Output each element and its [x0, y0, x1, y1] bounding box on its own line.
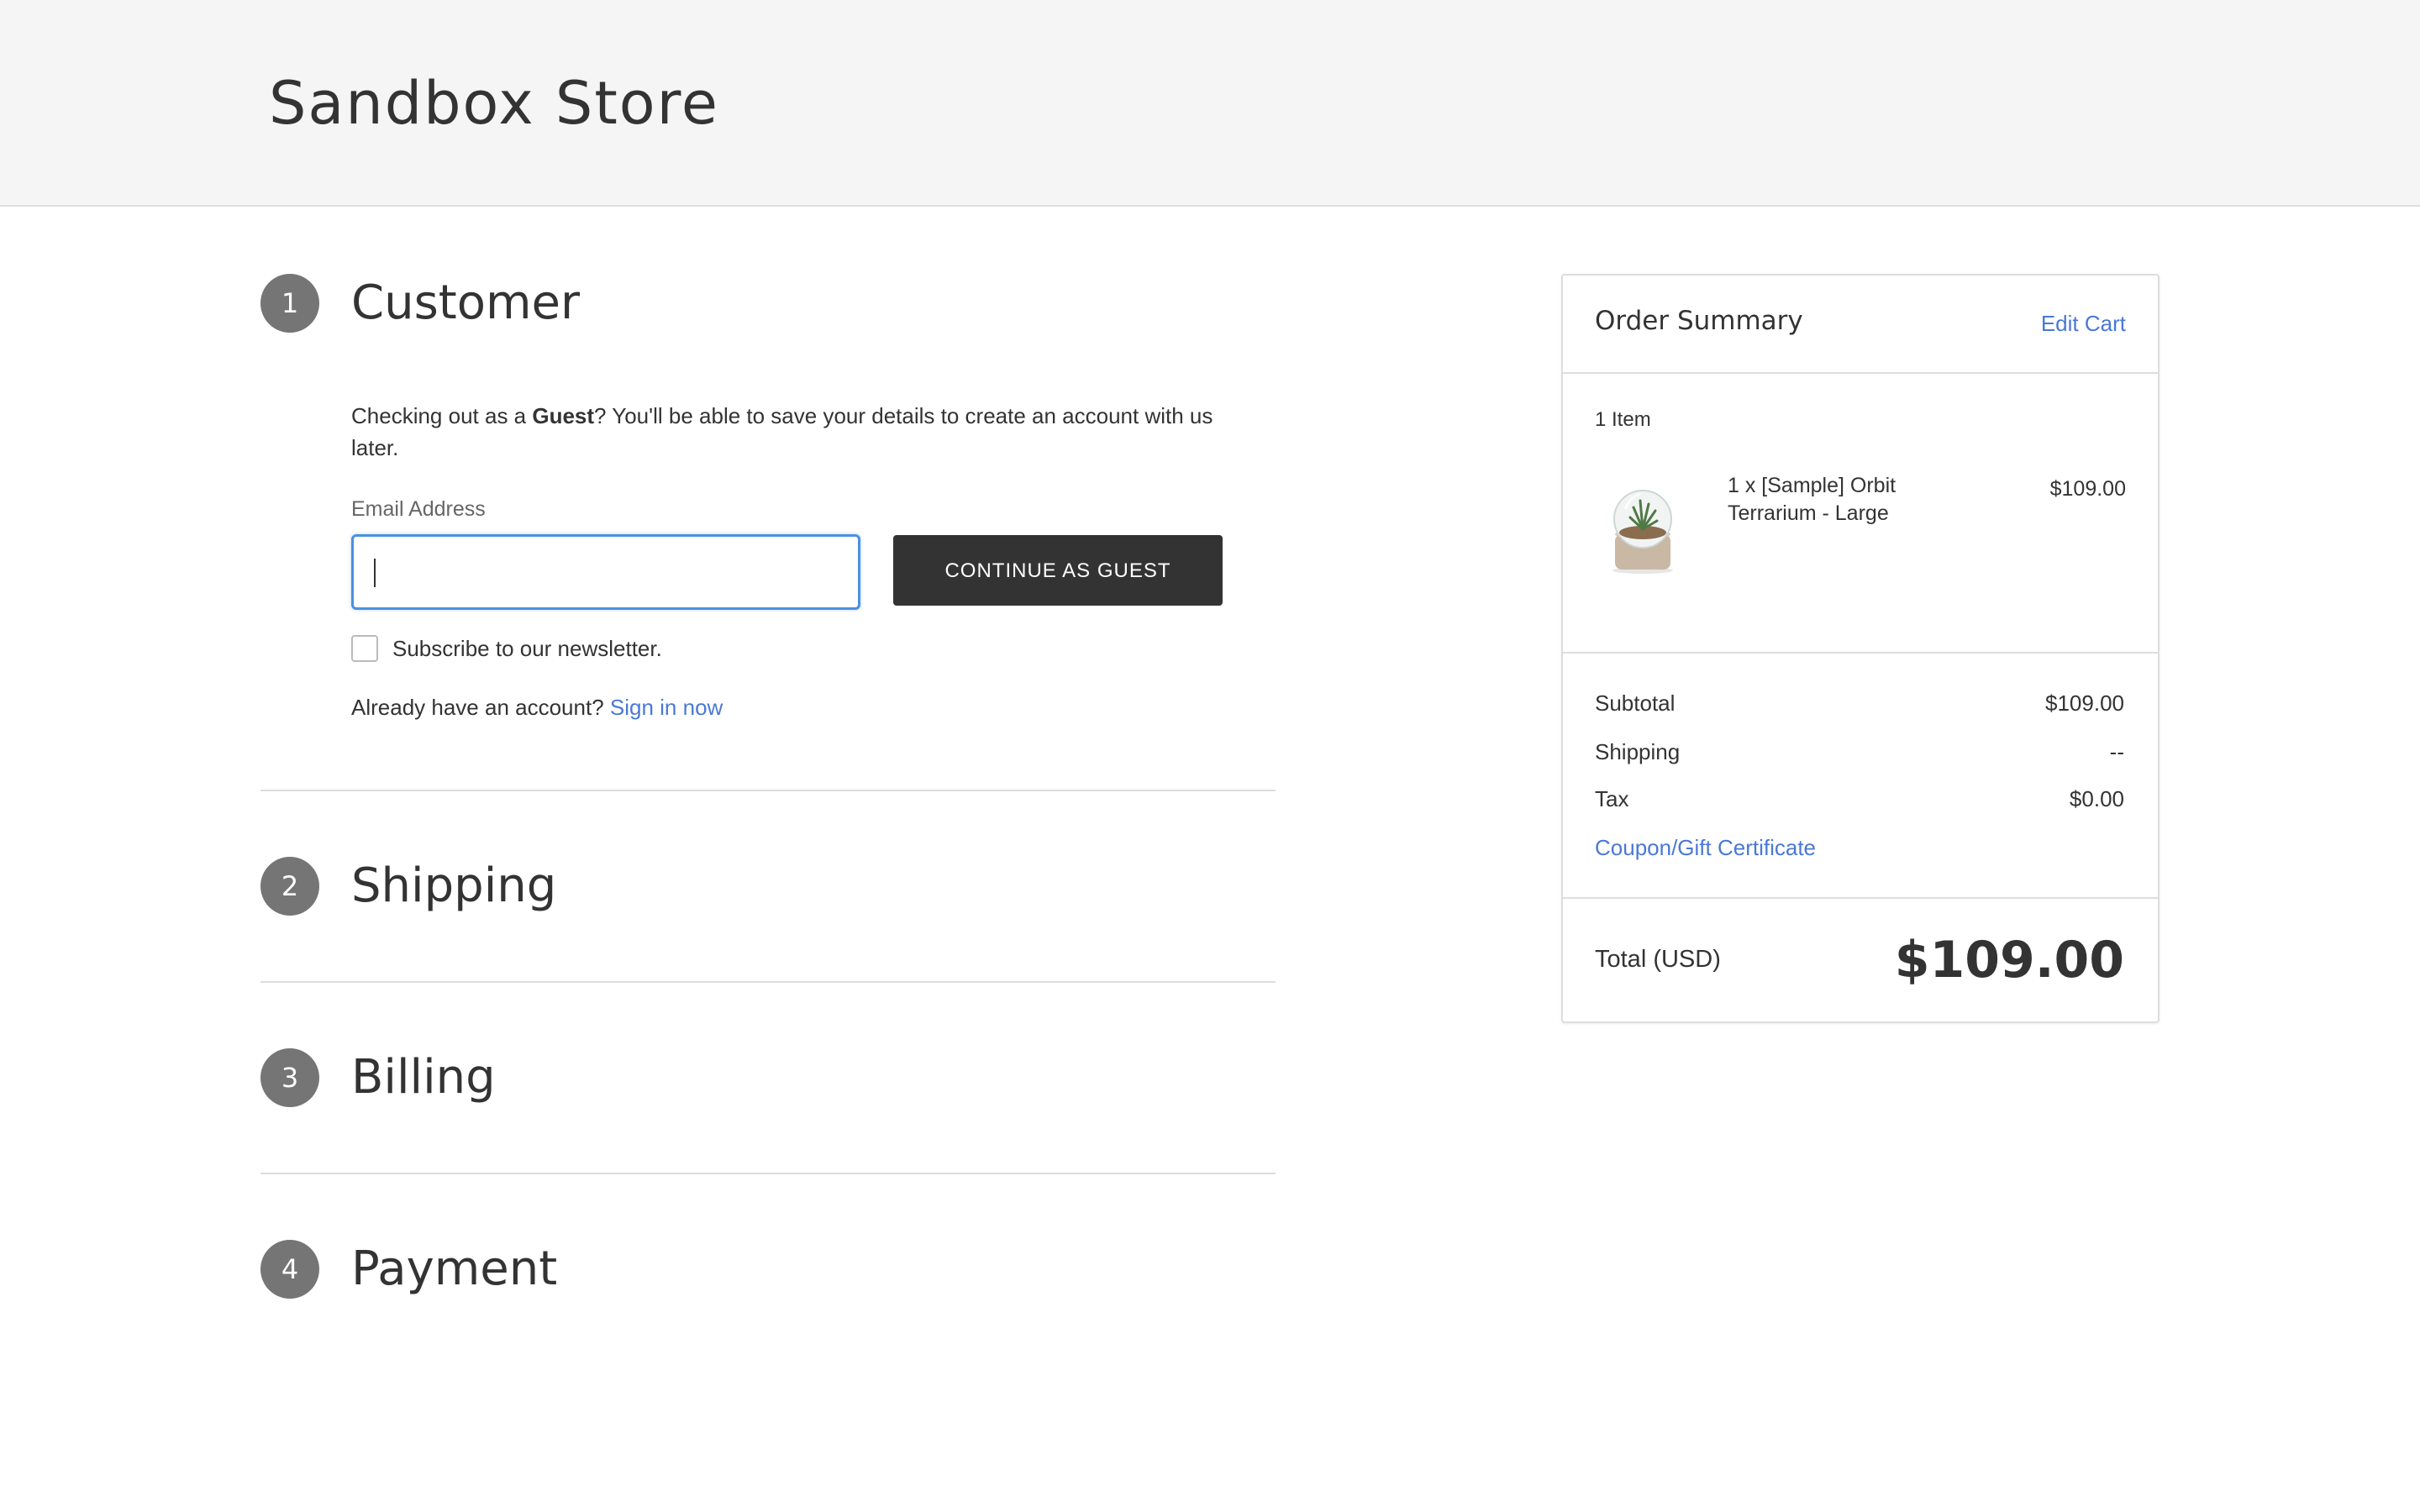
item-count: 1 Item [1595, 408, 1651, 431]
step-title-shipping: Shipping [351, 858, 557, 913]
product-name: 1 x [Sample] Orbit Terrarium - Large [1728, 474, 1897, 525]
subtotal-value: $109.00 [2045, 690, 2124, 716]
coupon-gift-certificate-link[interactable]: Coupon/Gift Certificate [1595, 835, 1816, 861]
step-number-badge: 2 [260, 857, 319, 916]
store-title[interactable]: Sandbox Store [269, 66, 719, 141]
step-title-customer: Customer [351, 276, 581, 330]
step-billing-header[interactable]: 3 Billing [260, 1048, 1017, 1109]
newsletter-checkbox[interactable] [351, 635, 378, 662]
total-label: Total (USD) [1595, 946, 1721, 973]
shipping-value: -- [2109, 739, 2124, 764]
tax-label: Tax [1595, 786, 1629, 811]
shipping-label: Shipping [1595, 739, 1681, 764]
newsletter-label[interactable]: Subscribe to our newsletter. [392, 635, 662, 662]
subtotal-label: Subtotal [1595, 690, 1676, 716]
terrarium-product-image [1612, 490, 1673, 574]
step-divider [260, 1173, 1276, 1174]
order-summary-title: Order Summary [1595, 306, 1803, 336]
step-number-badge: 3 [260, 1048, 319, 1107]
step-number-badge: 4 [260, 1240, 319, 1299]
site-header: Sandbox Store [0, 0, 2420, 207]
signin-prompt-text: Already have an account? [351, 695, 604, 720]
guest-info-prefix: Checking out as a [351, 403, 533, 428]
step-divider [260, 981, 1276, 983]
summary-divider [1563, 372, 2158, 374]
step-title-payment: Payment [351, 1242, 558, 1296]
edit-cart-link[interactable]: Edit Cart [2041, 311, 2126, 337]
email-input[interactable] [351, 534, 860, 610]
step-shipping-header[interactable]: 2 Shipping [260, 857, 1017, 917]
email-label: Email Address [351, 497, 486, 521]
step-number-badge: 1 [260, 274, 319, 333]
text-caret [374, 559, 376, 587]
signin-prompt: Already have an account? Sign in now [351, 694, 723, 721]
step-title-billing: Billing [351, 1050, 496, 1105]
continue-as-guest-button[interactable]: CONTINUE AS GUEST [893, 535, 1223, 606]
summary-divider [1563, 897, 2158, 899]
step-payment-header[interactable]: 4 Payment [260, 1240, 1017, 1300]
summary-divider [1563, 652, 2158, 654]
product-price: $109.00 [2049, 477, 2126, 501]
total-value: $109.00 [1894, 931, 2124, 990]
guest-info-bold: Guest [532, 403, 595, 428]
sign-in-link[interactable]: Sign in now [610, 695, 723, 720]
tax-value: $0.00 [2069, 786, 2124, 811]
step-customer-header: 1 Customer [260, 274, 1017, 334]
guest-checkout-info: Checking out as a Guest? You'll be able … [351, 400, 1217, 464]
step-divider [260, 790, 1276, 791]
order-summary: Order Summary Edit Cart 1 Item 1 x [Samp… [1561, 274, 2160, 1023]
